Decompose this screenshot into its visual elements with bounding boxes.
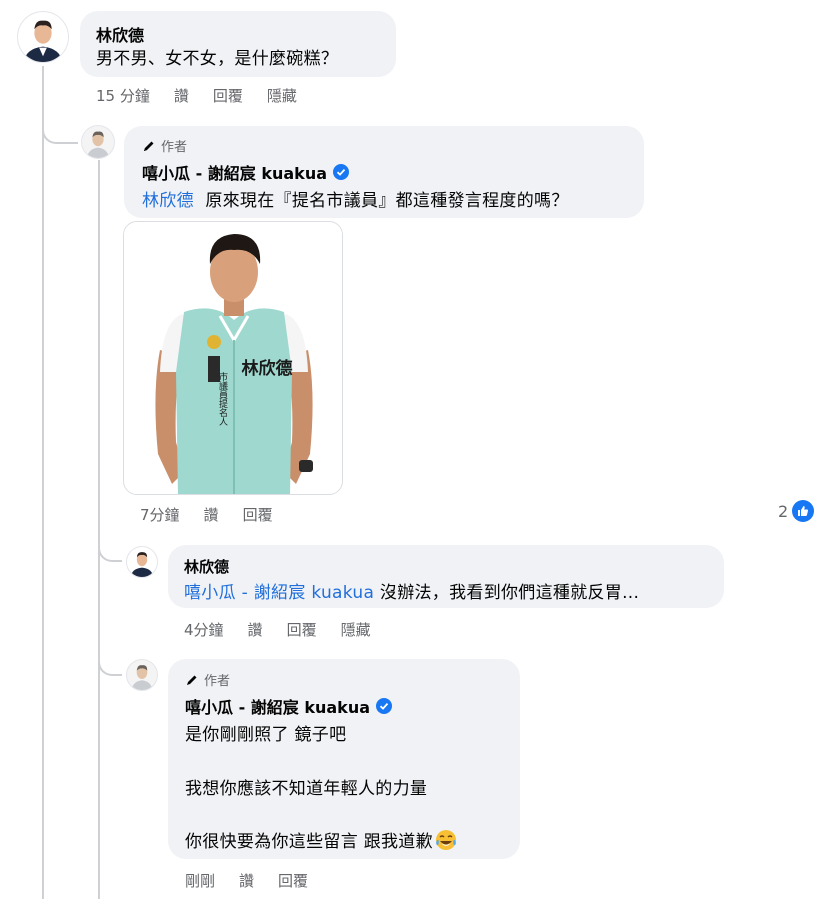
author-badge: 作者 bbox=[142, 136, 187, 155]
pen-icon bbox=[187, 675, 197, 685]
avatar[interactable] bbox=[126, 546, 158, 578]
verified-badge-icon bbox=[376, 698, 393, 714]
verified-badge-icon bbox=[333, 164, 350, 180]
like-link[interactable]: 讚 bbox=[239, 870, 254, 891]
vest-title: 市議員提名人 bbox=[217, 371, 228, 426]
comment-meta: 7分鐘 讚 回覆 bbox=[140, 504, 273, 525]
comment-author[interactable]: 嘻小瓜 - 謝紹宸 kuakua bbox=[185, 694, 393, 718]
comment-author[interactable]: 林欣德 bbox=[184, 556, 229, 577]
comment-text: 嘻小瓜 - 謝紹宸 kuakua 沒辦法，我看到你們這種就反胃... bbox=[184, 583, 640, 603]
pen-icon bbox=[144, 141, 154, 151]
thread-line-sub bbox=[98, 160, 100, 899]
comment-time[interactable]: 4分鐘 bbox=[184, 619, 224, 640]
comment-time[interactable]: 7分鐘 bbox=[140, 504, 180, 525]
mention-link[interactable]: 嘻小瓜 - 謝紹宸 kuakua bbox=[184, 583, 374, 603]
thread-line-curve-2 bbox=[98, 534, 122, 562]
avatar[interactable] bbox=[126, 659, 158, 691]
reply-link[interactable]: 回覆 bbox=[278, 870, 308, 891]
comment-author[interactable]: 嘻小瓜 - 謝紹宸 kuakua bbox=[142, 160, 350, 184]
comment-meta: 4分鐘 讚 回覆 隱藏 bbox=[184, 619, 371, 640]
hide-link[interactable]: 隱藏 bbox=[267, 85, 297, 106]
vest-name: 林欣德 bbox=[242, 358, 293, 379]
comment-text-line: 是你剛剛照了 鏡子吧 bbox=[185, 725, 347, 745]
avatar[interactable] bbox=[81, 125, 115, 159]
tears-of-joy-emoji-icon bbox=[435, 830, 456, 850]
thread-line-curve-1 bbox=[42, 118, 78, 144]
avatar[interactable] bbox=[17, 11, 69, 63]
mention-link[interactable]: 林欣德 bbox=[142, 191, 194, 211]
comment-photo[interactable]: 林欣德 市議員提名人 bbox=[123, 221, 343, 495]
comment-meta: 15 分鐘 讚 回覆 隱藏 bbox=[96, 85, 297, 106]
like-link[interactable]: 讚 bbox=[248, 619, 263, 640]
comment-text: 男不男、女不女，是什麼碗糕？ bbox=[96, 49, 339, 69]
reply-link[interactable]: 回覆 bbox=[287, 619, 317, 640]
like-link[interactable]: 讚 bbox=[174, 85, 189, 106]
candidate-photo: 林欣德 市議員提名人 bbox=[124, 222, 342, 494]
reaction-count: 2 bbox=[778, 501, 789, 521]
comment-time[interactable]: 剛剛 bbox=[185, 870, 215, 891]
thread-line-main bbox=[42, 66, 44, 899]
like-link[interactable]: 讚 bbox=[204, 504, 219, 525]
comment-text: 林欣德 原來現在『提名市議員』都這種發言程度的嗎？ bbox=[142, 191, 569, 211]
like-reaction-icon bbox=[792, 500, 815, 522]
comment-text-line: 我想你應該不知道年輕人的力量 bbox=[185, 779, 428, 799]
reply-link[interactable]: 回覆 bbox=[213, 85, 243, 106]
reaction-summary[interactable]: 2 bbox=[778, 500, 815, 522]
hide-link[interactable]: 隱藏 bbox=[341, 619, 371, 640]
comment-meta: 剛剛 讚 回覆 bbox=[185, 870, 308, 891]
author-badge: 作者 bbox=[185, 670, 230, 689]
comment-author[interactable]: 林欣德 bbox=[96, 22, 144, 46]
comment-text-line: 你很快要為你這些留言 跟我道歉 bbox=[185, 827, 457, 852]
comment-time[interactable]: 15 分鐘 bbox=[96, 85, 150, 106]
thread-line-curve-3 bbox=[98, 648, 122, 676]
reply-link[interactable]: 回覆 bbox=[243, 504, 273, 525]
